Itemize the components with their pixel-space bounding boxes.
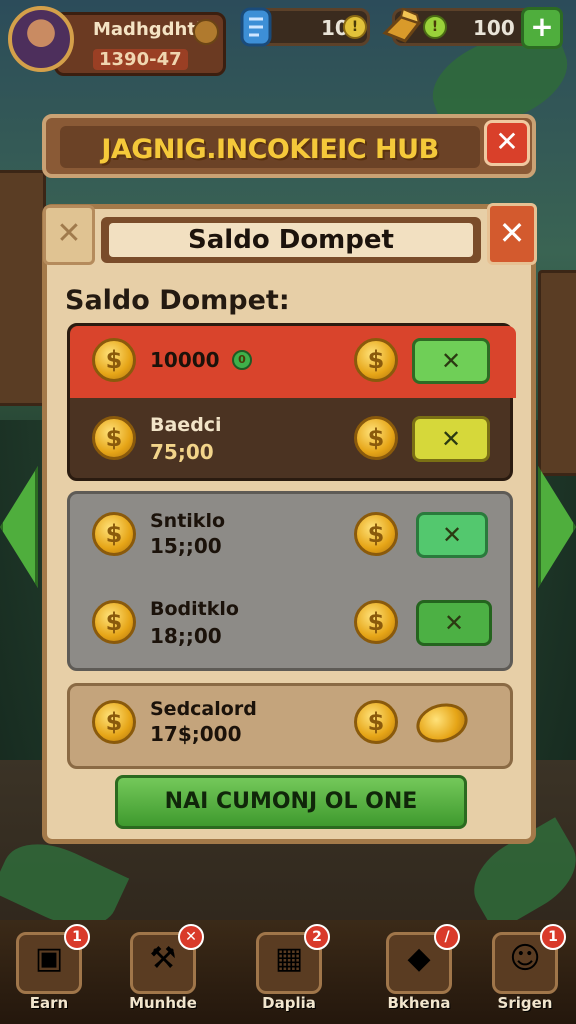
primary-action-button[interactable]: NAI CUMONJ OL ONE (115, 775, 467, 829)
resource-bar-gold: ! 100 + (382, 7, 563, 49)
coin-icon: $ (354, 512, 398, 556)
nav-label: Daplia (262, 994, 316, 1012)
wallet-group-tertiary: $ Sedcalord 17$;000 $ (67, 683, 513, 769)
profile-coin-icon[interactable] (193, 19, 219, 45)
bottom-navigation: ▣ 1 Earn ⚒ ✕ Munhde ▦ 2 Daplia ◆ / Bkhen… (0, 920, 576, 1024)
section-label: Saldo Dompet: (65, 285, 290, 316)
next-arrow-button[interactable] (538, 466, 576, 588)
gold-count: 100 (473, 16, 515, 40)
wallet-row: $ Boditklo 18;;00 $ ✕ (70, 584, 516, 672)
coin-icon: $ (354, 416, 398, 460)
hub-banner: JAGNIG.INCOKIEIC HUB (42, 114, 536, 178)
row-action-button[interactable]: ✕ (416, 512, 488, 558)
row-amount: 18;;00 (150, 624, 222, 648)
add-currency-button[interactable]: + (521, 7, 563, 49)
coin-icon: $ (354, 600, 398, 644)
wallet-group-primary: $ 10000 0 $ ✕ $ Baedci 75;00 $ ✕ (67, 323, 516, 481)
left-hut-decoration (0, 170, 46, 406)
nav-item-bkhena[interactable]: ◆ / Bkhena (382, 924, 460, 1012)
player-profile[interactable]: Madhgdhtk 1390-47 (8, 6, 226, 76)
row-action-button[interactable]: ✕ (412, 338, 490, 384)
row-name: Sntiklo (150, 510, 226, 532)
row-name: Baedci (150, 414, 222, 436)
nav-item-munhde[interactable]: ⚒ ✕ Munhde (126, 924, 204, 1012)
player-id: 1390-47 (93, 49, 188, 70)
row-amount: 75;00 (150, 440, 214, 464)
wallet-group-secondary: $ Sntiklo 15;;00 $ ✕ $ Boditklo 18;;00 $… (67, 491, 513, 671)
panel-title: Saldo Dompet (188, 225, 394, 255)
coin-icon: $ (92, 416, 136, 460)
panel-header-plate: Saldo Dompet (109, 223, 473, 257)
scroll-icon (240, 7, 272, 47)
row-action-button[interactable]: ✕ (412, 416, 490, 462)
coin-icon: $ (92, 338, 136, 382)
coin-icon: $ (92, 700, 136, 744)
hub-close-button[interactable]: ✕ (484, 120, 530, 166)
nav-item-earn[interactable]: ▣ 1 Earn (12, 924, 90, 1012)
gem-coin-icon: ! (343, 15, 367, 39)
wallet-row: $ 10000 0 $ ✕ (70, 326, 516, 398)
coin-icon: $ (92, 600, 136, 644)
wallet-panel: ✕ Saldo Dompet ✕ Saldo Dompet: $ 10000 0… (42, 203, 537, 844)
notification-badge: / (434, 924, 460, 950)
row-amount: 10000 (150, 348, 220, 372)
coin-stack-icon[interactable] (411, 697, 473, 749)
resource-bar-scroll: 10 ! (240, 7, 370, 47)
gem-coin-icon: ! (423, 15, 447, 39)
wallet-row: $ Baedci 75;00 $ ✕ (70, 402, 516, 478)
notification-badge: ✕ (178, 924, 204, 950)
row-amount: 17$;000 (150, 722, 242, 746)
nav-label: Bkhena (387, 994, 451, 1012)
nav-label: Earn (29, 994, 69, 1012)
nav-label: Srigen (497, 994, 553, 1012)
coin-icon: $ (354, 700, 398, 744)
hub-title-plate: JAGNIG.INCOKIEIC HUB (60, 126, 480, 168)
nav-label: Munhde (129, 994, 197, 1012)
notification-badge: 2 (304, 924, 330, 950)
nav-item-daplia[interactable]: ▦ 2 Daplia (252, 924, 330, 1012)
right-hut-decoration (538, 270, 576, 476)
hub-title: JAGNIG.INCOKIEIC HUB (101, 134, 439, 165)
gem-icon: 0 (232, 350, 252, 370)
player-name: Madhgdhtk (93, 19, 208, 40)
coin-icon: $ (92, 512, 136, 556)
panel-header: Saldo Dompet (101, 217, 481, 263)
wallet-row: $ Sntiklo 15;;00 $ ✕ (70, 494, 516, 582)
wallet-row: $ Sedcalord 17$;000 $ (70, 686, 516, 766)
notification-badge: 1 (64, 924, 90, 950)
notification-badge: 1 (540, 924, 566, 950)
panel-close-button[interactable]: ✕ (487, 203, 537, 265)
avatar[interactable] (8, 6, 74, 72)
corner-decoration-icon: ✕ (43, 205, 95, 265)
previous-arrow-button[interactable] (0, 466, 38, 588)
row-name: Sedcalord (150, 698, 257, 720)
coin-icon: $ (354, 338, 398, 382)
row-action-button[interactable]: ✕ (416, 600, 492, 646)
profile-panel: Madhgdhtk 1390-47 (54, 12, 226, 76)
row-amount: 15;;00 (150, 534, 222, 558)
row-name: Boditklo (150, 598, 239, 620)
nav-item-srigen[interactable]: ☺ 1 Srigen (488, 924, 566, 1012)
gold-bar-icon (382, 7, 422, 43)
